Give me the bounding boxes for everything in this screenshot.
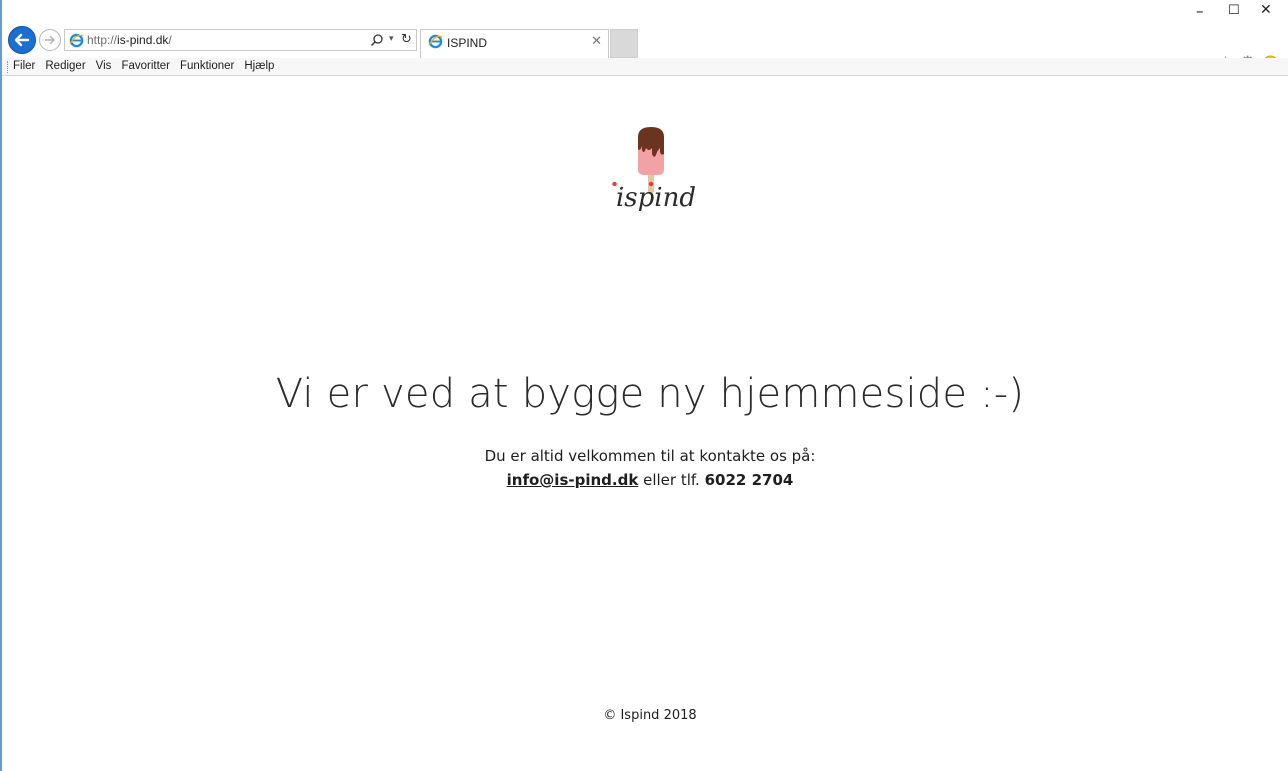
minimize-button[interactable]: – [1196, 2, 1204, 20]
navigation-row: http://is-pind.dk/ ▾ ↻ ISPIND ✕ ⌂ ☆ ⚙ [2, 24, 1288, 73]
web-page: ispind Vi er ved at bygge ny hjemmeside … [2, 78, 1288, 771]
tab-title: ISPIND [447, 36, 488, 50]
page-footer: © Ispind 2018 [603, 708, 697, 723]
url-prefix: http:// [87, 33, 118, 47]
contact-intro: Du er altid velkommen til at kontakte os… [484, 447, 816, 465]
menu-item-funktioner[interactable]: Funktioner [180, 60, 234, 72]
chevron-down-icon[interactable]: ▾ [389, 34, 394, 44]
forward-arrow-icon [45, 35, 55, 45]
ie-tab-icon [428, 34, 443, 49]
window-controls: – ☐ ✕ [1190, 2, 1280, 22]
menu-item-favoritter[interactable]: Favoritter [121, 60, 170, 72]
back-arrow-icon [14, 33, 30, 47]
ie-page-icon [69, 33, 84, 48]
ispind-logo[interactable]: ispind [594, 121, 714, 211]
back-button[interactable] [8, 26, 36, 54]
phone-prefix: eller tlf. [643, 471, 700, 489]
contact-block: Du er altid velkommen til at kontakte os… [2, 444, 1288, 492]
svg-text:ispind: ispind [616, 183, 696, 211]
menu-item-rediger[interactable]: Rediger [45, 60, 85, 72]
forward-button[interactable] [39, 29, 61, 51]
browser-chrome: – ☐ ✕ http://is-pind.dk/ ▾ ↻ ISPIND ✕ Fi… [2, 0, 1288, 78]
maximize-button[interactable]: ☐ [1228, 3, 1240, 18]
email-link[interactable]: info@is-pind.dk [507, 471, 639, 489]
phone-number: 6022 2704 [704, 471, 794, 489]
menu-item-vis[interactable]: Vis [96, 60, 112, 72]
search-icon[interactable] [370, 33, 384, 47]
address-bar[interactable]: http://is-pind.dk/ ▾ ↻ [64, 29, 417, 51]
close-window-button[interactable]: ✕ [1260, 2, 1272, 18]
tab-ispind[interactable]: ISPIND ✕ [420, 29, 609, 58]
menu-item-filer[interactable]: Filer [13, 60, 35, 72]
close-tab-icon[interactable]: ✕ [591, 34, 602, 49]
menu-bar: Filer Rediger Vis Favoritter Funktioner … [2, 58, 1288, 76]
new-tab-button[interactable] [610, 29, 638, 58]
url-suffix: / [168, 33, 172, 47]
address-url[interactable]: http://is-pind.dk/ [87, 33, 172, 47]
menu-item-hjaelp[interactable]: Hjælp [244, 60, 274, 72]
refresh-icon[interactable]: ↻ [401, 32, 412, 47]
url-domain: is-pind.dk [117, 33, 169, 47]
page-headline: Vi er ved at bygge ny hjemmeside :-) [275, 371, 1025, 417]
contact-details: info@is-pind.dk eller tlf. 6022 2704 [2, 468, 1288, 492]
menu-grip[interactable] [7, 61, 9, 73]
